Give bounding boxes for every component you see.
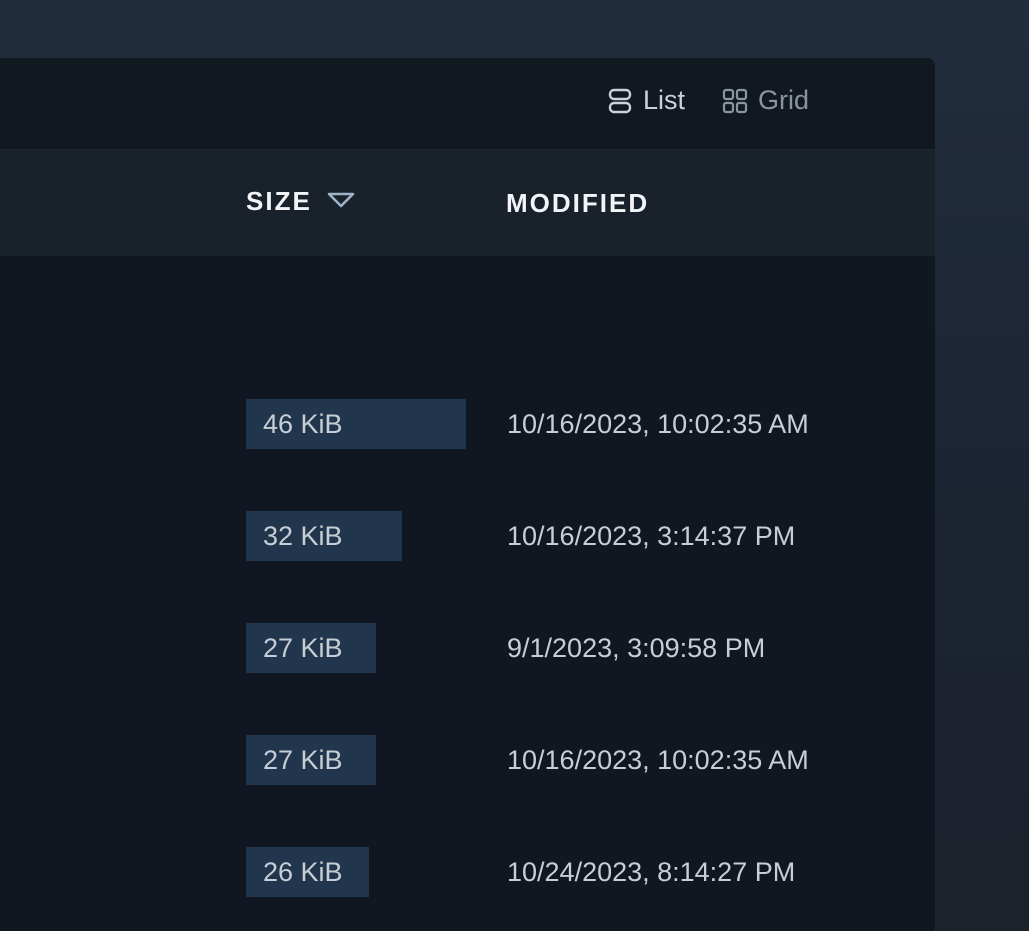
modified-date: 9/1/2023, 3:09:58 PM — [507, 633, 766, 663]
modified-date: 10/16/2023, 3:14:37 PM — [507, 521, 796, 551]
table-row[interactable]: 27 KiB 9/1/2023, 3:09:58 PM — [0, 623, 935, 673]
file-size: 27 KiB — [263, 745, 343, 775]
grid-view-label: Grid — [758, 85, 810, 115]
modified-column-label: MODIFIED — [506, 188, 650, 218]
list-view-label: List — [643, 85, 686, 115]
toolbar: List Grid — [0, 58, 935, 150]
file-size: 26 KiB — [263, 857, 343, 887]
modified-column-header[interactable]: MODIFIED — [506, 188, 649, 219]
file-size: 32 KiB — [263, 521, 343, 551]
modified-date: 10/24/2023, 8:14:27 PM — [507, 857, 796, 887]
file-size: 46 KiB — [263, 409, 343, 439]
list-view-button[interactable]: List — [607, 85, 685, 116]
size-column-label: SIZE — [246, 186, 312, 216]
table-row[interactable]: 46 KiB 10/16/2023, 10:02:35 AM — [0, 399, 935, 449]
table-row[interactable]: 26 KiB 10/24/2023, 8:14:27 PM — [0, 847, 935, 897]
size-column-header[interactable]: SIZE — [246, 186, 356, 217]
file-list-panel: List Grid SIZE MODIFIED 46 KiB 10/16/202… — [0, 58, 935, 931]
list-icon — [607, 88, 633, 114]
table-header: SIZE MODIFIED — [0, 150, 935, 256]
grid-view-button[interactable]: Grid — [722, 85, 809, 116]
table-row[interactable]: 27 KiB 10/16/2023, 10:02:35 AM — [0, 735, 935, 785]
sort-descending-icon — [326, 186, 356, 217]
modified-date: 10/16/2023, 10:02:35 AM — [507, 745, 809, 775]
modified-date: 10/16/2023, 10:02:35 AM — [507, 409, 809, 439]
file-size: 27 KiB — [263, 633, 343, 663]
grid-icon — [722, 88, 748, 114]
table-row[interactable]: 32 KiB 10/16/2023, 3:14:37 PM — [0, 511, 935, 561]
